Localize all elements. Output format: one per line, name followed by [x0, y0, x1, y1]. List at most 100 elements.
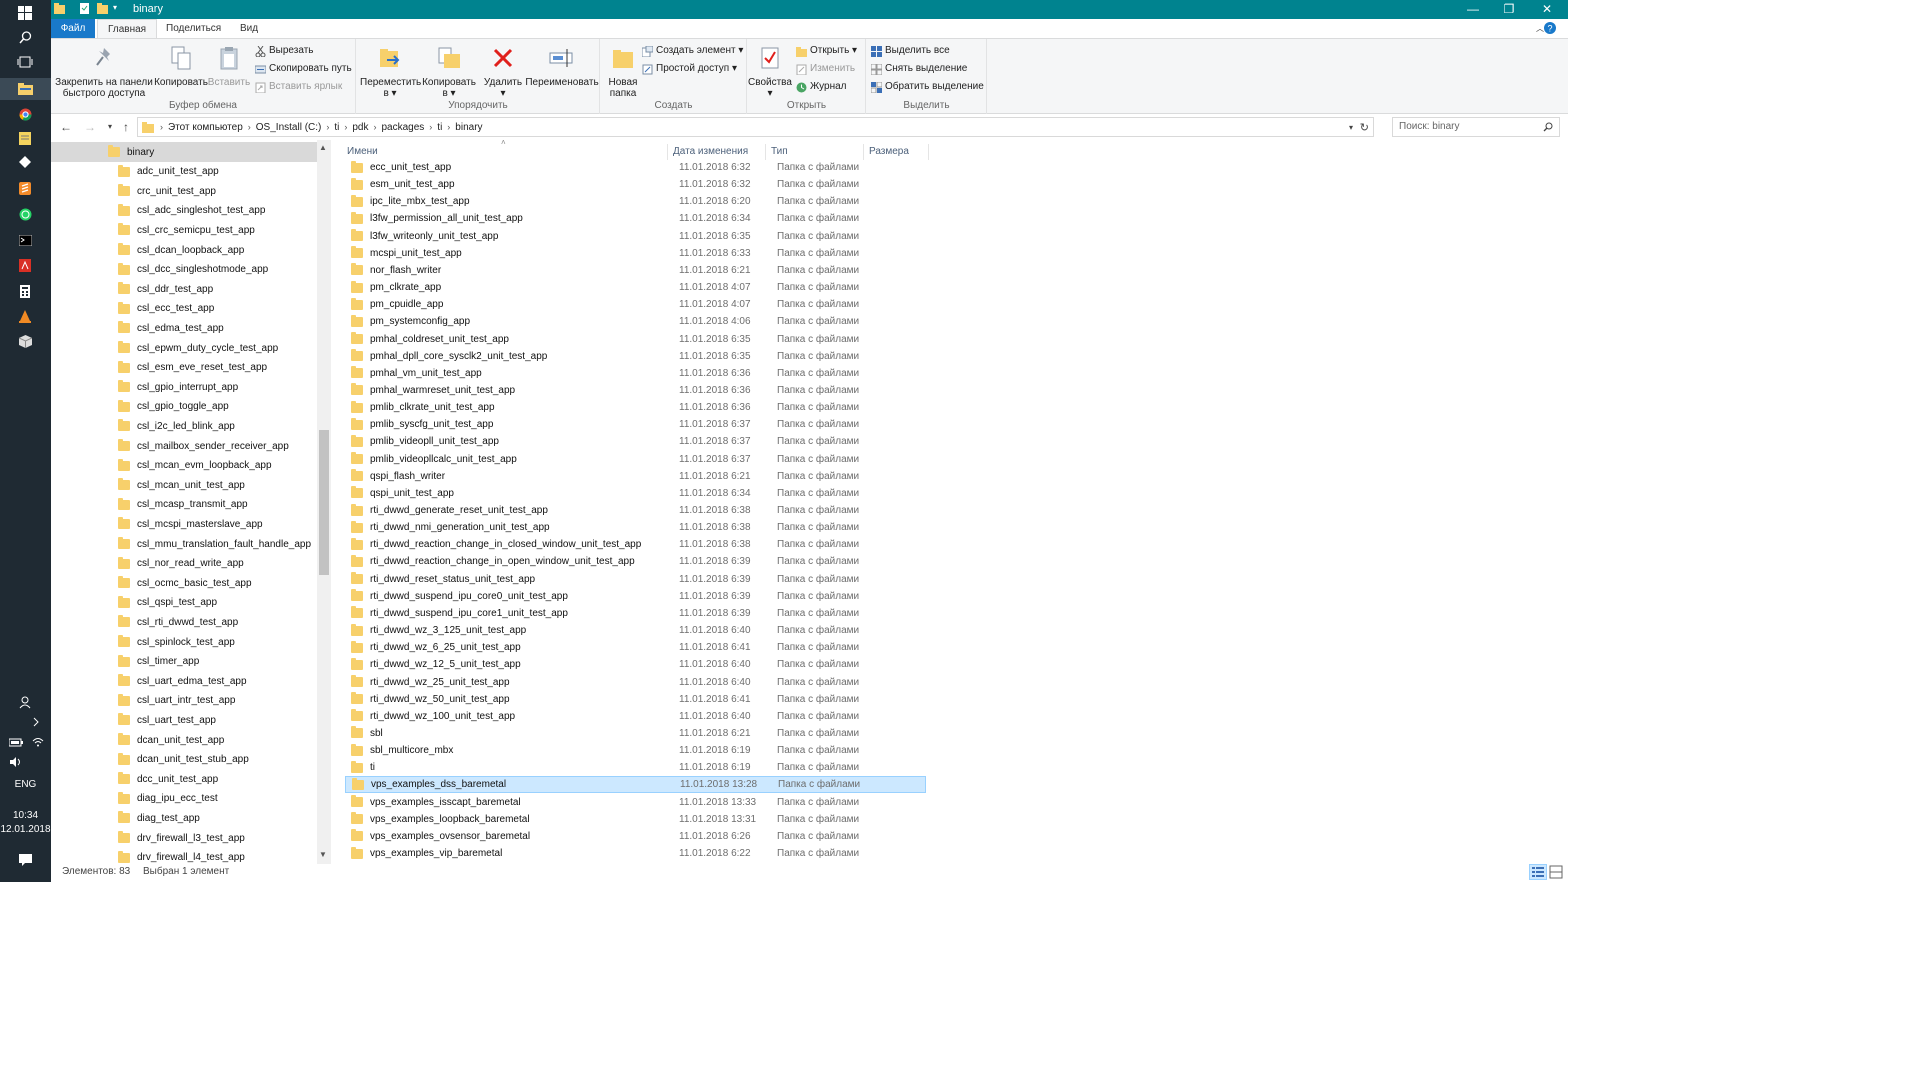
- wifi-icon[interactable]: [26, 732, 50, 752]
- tree-item[interactable]: csl_spinlock_test_app: [51, 632, 317, 652]
- tree-item[interactable]: dcan_unit_test_app: [51, 730, 317, 750]
- column-header-size[interactable]: Размера: [864, 144, 929, 160]
- tree-item[interactable]: csl_ecc_test_app: [51, 299, 317, 319]
- tree-item[interactable]: crc_unit_test_app: [51, 181, 317, 201]
- properties-quick-access-icon[interactable]: [79, 3, 90, 14]
- paste-button[interactable]: Вставить: [207, 43, 251, 88]
- close-button[interactable]: ✕: [1529, 0, 1565, 19]
- customize-quick-access-icon[interactable]: ▾: [113, 3, 124, 14]
- clock-time[interactable]: 10:34: [0, 810, 51, 821]
- tree-item[interactable]: drv_firewall_l4_test_app: [51, 848, 317, 864]
- breadcrumb-binary[interactable]: binary: [450, 122, 487, 133]
- tree-item-selected[interactable]: binary: [51, 142, 317, 162]
- pin-quick-access-button[interactable]: Закрепить на панели быстрого доступа: [55, 43, 153, 99]
- file-row[interactable]: pmlib_syscfg_unit_test_app 11.01.2018 6:3…: [345, 416, 926, 433]
- breadcrumb-this-pc[interactable]: Этот компьютер: [163, 122, 248, 133]
- copy-button[interactable]: Копировать: [151, 43, 211, 88]
- tree-item[interactable]: csl_i2c_led_blink_app: [51, 416, 317, 436]
- file-row[interactable]: pmhal_dpll_core_sysclk2_unit_test_app 11.…: [345, 348, 926, 365]
- search-input[interactable]: Поиск: binary: [1399, 121, 1460, 132]
- file-row[interactable]: sbl_multicore_mbx 11.01.2018 6:19 Папка с …: [345, 742, 926, 759]
- tree-item[interactable]: csl_ocmc_basic_test_app: [51, 573, 317, 593]
- breadcrumb-packages[interactable]: packages: [376, 122, 429, 133]
- breadcrumb-ti[interactable]: ti: [329, 122, 344, 133]
- file-row[interactable]: rti_dwwd_generate_reset_unit_test_app 11.…: [345, 502, 926, 519]
- history-button[interactable]: Журнал: [796, 79, 847, 95]
- tree-item[interactable]: diag_test_app: [51, 808, 317, 828]
- people-icon[interactable]: [13, 692, 37, 712]
- tree-item[interactable]: csl_nor_read_write_app: [51, 554, 317, 574]
- address-dropdown-icon[interactable]: ▾: [1349, 123, 1353, 132]
- tree-item[interactable]: dcc_unit_test_app: [51, 769, 317, 789]
- volume-icon[interactable]: [4, 752, 28, 772]
- search-icon[interactable]: [13, 27, 37, 47]
- up-icon[interactable]: ↑: [118, 120, 134, 134]
- refresh-icon[interactable]: ↻: [1360, 121, 1369, 134]
- column-header-date[interactable]: Дата изменения: [668, 144, 766, 160]
- file-row[interactable]: vps_examples_isscapt_baremetal 11.01.2018…: [345, 794, 926, 811]
- navigation-scroll-thumb[interactable]: [319, 430, 329, 575]
- tree-item[interactable]: csl_mcasp_transmit_app: [51, 495, 317, 515]
- file-row[interactable]: ecc_unit_test_app 11.01.2018 6:32 Папка с …: [345, 159, 926, 176]
- file-row[interactable]: vps_examples_loopback_baremetal 11.01.201…: [345, 811, 926, 828]
- properties-button[interactable]: Свойства ▾: [748, 43, 792, 99]
- vlc-icon[interactable]: [13, 306, 37, 326]
- minimize-button[interactable]: —: [1455, 0, 1491, 19]
- select-none-button[interactable]: Снять выделение: [871, 61, 967, 77]
- explorer-taskbar-icon[interactable]: [0, 78, 51, 100]
- easy-access-button[interactable]: Простой доступ ▾: [642, 61, 737, 77]
- file-row[interactable]: qspi_flash_writer 11.01.2018 6:21 Папка с …: [345, 468, 926, 485]
- open-button[interactable]: Открыть ▾: [796, 43, 857, 59]
- tree-item[interactable]: csl_esm_eve_reset_test_app: [51, 358, 317, 378]
- breadcrumb-drive[interactable]: OS_Install (C:): [251, 122, 327, 133]
- edit-button[interactable]: Изменить: [796, 61, 855, 77]
- calculator-icon[interactable]: [13, 281, 37, 301]
- rename-button[interactable]: Переименовать: [525, 43, 599, 88]
- tree-item[interactable]: diag_ipu_ecc_test: [51, 789, 317, 809]
- file-row[interactable]: pm_cpuidle_app 11.01.2018 4:07 Папка с фай…: [345, 296, 926, 313]
- tab-share[interactable]: Поделиться: [156, 19, 231, 38]
- clock-date[interactable]: 12.01.2018: [0, 824, 51, 835]
- file-row[interactable]: rti_dwwd_nmi_generation_unit_test_app 11.…: [345, 519, 926, 536]
- file-row[interactable]: rti_dwwd_wz_3_125_unit_test_app 11.01.201…: [345, 622, 926, 639]
- file-row[interactable]: sbl 11.01.2018 6:21 Папка с файлами: [345, 725, 926, 742]
- tree-item[interactable]: csl_epwm_duty_cycle_test_app: [51, 338, 317, 358]
- search-box[interactable]: Поиск: binary: [1392, 117, 1560, 137]
- tab-home[interactable]: Главная: [97, 19, 158, 38]
- tree-item[interactable]: csl_mailbox_sender_receiver_app: [51, 436, 317, 456]
- tree-item[interactable]: csl_dcc_singleshotmode_app: [51, 260, 317, 280]
- file-row[interactable]: l3fw_permission_all_unit_test_app 11.01.2…: [345, 210, 926, 227]
- file-row[interactable]: nor_flash_writer 11.01.2018 6:21 Папка с ф…: [345, 262, 926, 279]
- file-row[interactable]: pmhal_vm_unit_test_app 11.01.2018 6:36 Пап…: [345, 365, 926, 382]
- file-row[interactable]: rti_dwwd_reaction_change_in_open_window_…: [345, 553, 926, 570]
- package-icon[interactable]: [13, 331, 37, 351]
- file-row-selected[interactable]: vps_examples_dss_baremetal 11.01.2018 13:…: [345, 776, 926, 794]
- tree-item[interactable]: csl_adc_singleshot_test_app: [51, 201, 317, 221]
- notifications-icon[interactable]: [13, 850, 37, 870]
- whatsapp-icon[interactable]: [13, 204, 37, 224]
- pdf-reader-icon[interactable]: [13, 255, 37, 275]
- scroll-up-icon[interactable]: ▲: [319, 143, 327, 152]
- tree-item[interactable]: csl_dcan_loopback_app: [51, 240, 317, 260]
- invert-selection-button[interactable]: Обратить выделение: [871, 79, 984, 95]
- new-folder-button[interactable]: Новая папка: [603, 43, 643, 99]
- scroll-down-icon[interactable]: ▼: [319, 850, 327, 859]
- file-row[interactable]: rti_dwwd_wz_25_unit_test_app 11.01.2018 6…: [345, 674, 926, 691]
- file-row[interactable]: pmlib_clkrate_unit_test_app 11.01.2018 6:…: [345, 399, 926, 416]
- maximize-button[interactable]: ❐: [1491, 0, 1527, 19]
- tree-item[interactable]: csl_edma_test_app: [51, 318, 317, 338]
- file-row[interactable]: pmhal_coldreset_unit_test_app 11.01.2018 …: [345, 331, 926, 348]
- file-row[interactable]: rti_dwwd_wz_100_unit_test_app 11.01.2018 …: [345, 708, 926, 725]
- terminal-icon[interactable]: [13, 230, 37, 250]
- file-row[interactable]: pm_systemconfig_app 11.01.2018 4:06 Папка …: [345, 313, 926, 330]
- tree-item[interactable]: csl_rti_dwwd_test_app: [51, 612, 317, 632]
- move-to-button[interactable]: Переместить в ▾: [360, 43, 421, 99]
- details-view-icon[interactable]: [1529, 864, 1547, 880]
- tree-item[interactable]: adc_unit_test_app: [51, 162, 317, 182]
- tree-item[interactable]: drv_firewall_l3_test_app: [51, 828, 317, 848]
- language-indicator[interactable]: ENG: [0, 779, 51, 790]
- file-row[interactable]: rti_dwwd_wz_12_5_unit_test_app 11.01.2018…: [345, 656, 926, 673]
- tree-item[interactable]: csl_uart_intr_test_app: [51, 691, 317, 711]
- tree-item[interactable]: csl_gpio_toggle_app: [51, 397, 317, 417]
- app-icon[interactable]: [13, 152, 37, 172]
